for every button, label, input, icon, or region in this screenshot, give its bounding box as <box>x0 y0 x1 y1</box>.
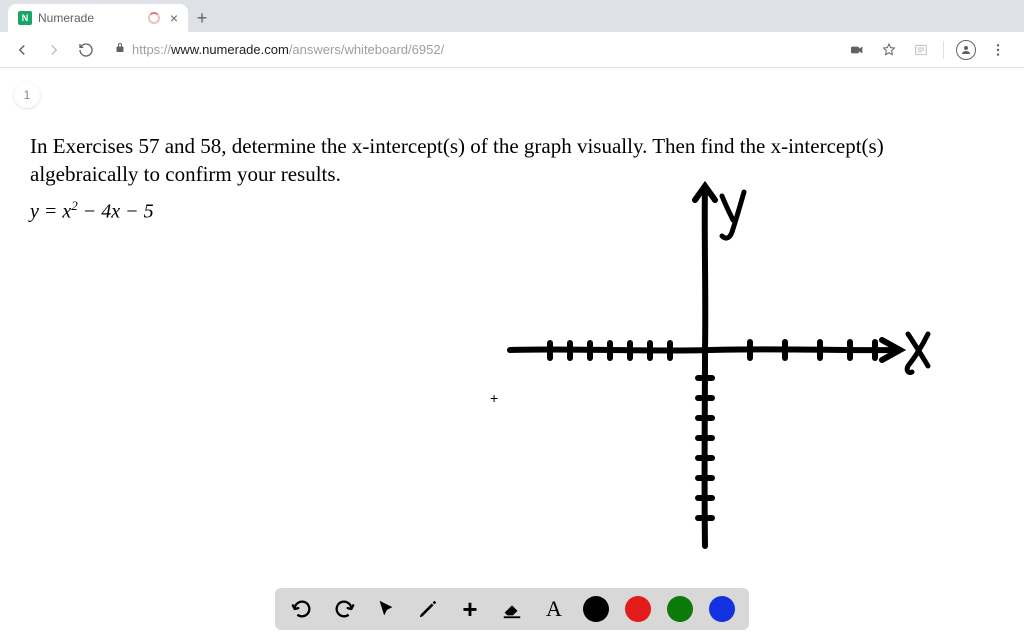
tab-close-button[interactable]: × <box>170 10 178 26</box>
site-favicon: N <box>18 11 32 25</box>
whiteboard-drawing[interactable] <box>450 178 940 558</box>
browser-tab[interactable]: N Numerade × <box>8 4 188 32</box>
url-text: https://www.numerade.com/answers/whitebo… <box>132 42 444 57</box>
redo-button[interactable] <box>331 596 357 622</box>
text-tool[interactable]: A <box>541 596 567 622</box>
color-red[interactable] <box>625 596 651 622</box>
kebab-menu-icon[interactable] <box>986 38 1010 62</box>
loading-spinner-icon <box>148 12 160 24</box>
color-black[interactable] <box>583 596 609 622</box>
pointer-tool[interactable] <box>373 596 399 622</box>
undo-button[interactable] <box>289 596 315 622</box>
divider <box>943 41 944 59</box>
tab-title: Numerade <box>38 11 94 25</box>
color-green[interactable] <box>667 596 693 622</box>
lock-icon <box>114 42 126 57</box>
video-icon[interactable] <box>845 38 869 62</box>
forward-button[interactable] <box>40 36 68 64</box>
profile-avatar-icon[interactable] <box>954 38 978 62</box>
whiteboard-toolbar: + A <box>275 588 749 630</box>
eraser-tool[interactable] <box>499 596 525 622</box>
url-input[interactable]: https://www.numerade.com/answers/whitebo… <box>104 42 841 57</box>
reader-icon[interactable] <box>909 38 933 62</box>
bookmark-star-icon[interactable] <box>877 38 901 62</box>
move-tool[interactable]: + <box>457 596 483 622</box>
back-button[interactable] <box>8 36 36 64</box>
page-content: 1 In Exercises 57 and 58, determine the … <box>0 68 1024 640</box>
toolbar-right <box>845 38 1016 62</box>
color-blue[interactable] <box>709 596 735 622</box>
reload-button[interactable] <box>72 36 100 64</box>
new-tab-button[interactable]: + <box>188 4 216 32</box>
browser-tab-bar: N Numerade × + <box>0 0 1024 32</box>
pen-tool[interactable] <box>415 596 441 622</box>
page-number-badge: 1 <box>14 82 40 108</box>
cursor-crosshair-icon: + <box>490 390 498 406</box>
browser-address-bar: https://www.numerade.com/answers/whitebo… <box>0 32 1024 68</box>
